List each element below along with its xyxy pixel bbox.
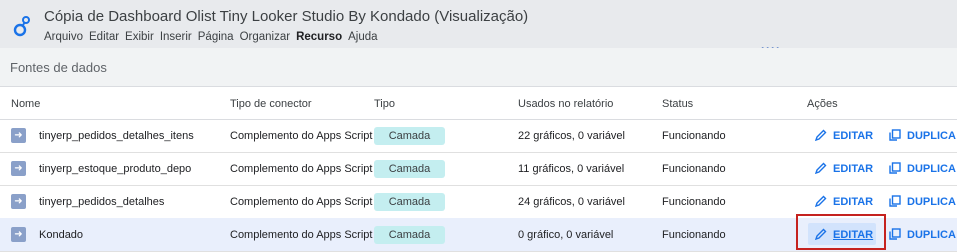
table-header: Nome Tipo de conector Tipo Usados no rel… [0, 87, 957, 120]
column-header-usados[interactable]: Usados no relatório [518, 98, 613, 110]
connector-type: Complemento do Apps Script [230, 130, 373, 142]
app-header: Cópia de Dashboard Olist Tiny Looker Stu… [0, 0, 957, 54]
data-source-icon: ➜ [11, 227, 26, 242]
table-row[interactable]: ➜ tinyerp_estoque_produto_depo Complemen… [0, 152, 957, 186]
edit-label: EDITAR [833, 130, 874, 142]
type-badge: Camada [374, 160, 445, 178]
status-text: Funcionando [662, 196, 726, 208]
copy-icon [889, 162, 901, 174]
type-badge: Camada [374, 226, 445, 244]
report-title[interactable]: Cópia de Dashboard Olist Tiny Looker Stu… [44, 8, 528, 25]
menu-pagina[interactable]: Página [198, 31, 234, 43]
data-source-icon: ➜ [11, 128, 26, 143]
menu-ajuda[interactable]: Ajuda [348, 31, 377, 43]
menu-organizar[interactable]: Organizar [240, 31, 291, 43]
menu-arquivo[interactable]: Arquivo [44, 31, 83, 43]
duplicate-button[interactable]: DUPLICA [889, 162, 956, 175]
usage-count: 11 gráficos, 0 variável [518, 163, 625, 175]
pencil-icon [815, 129, 827, 141]
connector-type: Complemento do Apps Script [230, 229, 373, 241]
edit-label: EDITAR [833, 196, 874, 208]
data-source-name[interactable]: tinyerp_estoque_produto_depo [39, 163, 191, 175]
copy-icon [889, 195, 901, 207]
looker-studio-logo-icon[interactable] [12, 15, 32, 37]
duplicate-label: DUPLICA [907, 229, 956, 241]
menu-recurso[interactable]: Recurso [296, 31, 342, 43]
edit-button[interactable]: EDITAR [815, 195, 873, 208]
duplicate-button[interactable]: DUPLICA [889, 129, 956, 142]
column-header-nome[interactable]: Nome [11, 98, 40, 110]
usage-count: 22 gráficos, 0 variável [518, 130, 625, 142]
data-source-name[interactable]: Kondado [39, 229, 83, 241]
menu-bar: Arquivo Editar Exibir Inserir Página Org… [44, 31, 378, 43]
copy-icon [889, 129, 901, 141]
duplicate-label: DUPLICA [907, 196, 956, 208]
edit-label: EDITAR [833, 163, 874, 175]
duplicate-button[interactable]: DUPLICA [889, 228, 956, 241]
menu-exibir[interactable]: Exibir [125, 31, 154, 43]
pencil-icon [815, 162, 827, 174]
edit-button[interactable]: EDITAR [815, 162, 873, 175]
usage-count: 0 gráfico, 0 variável [518, 229, 614, 241]
column-header-acoes: Ações [807, 98, 838, 110]
duplicate-button[interactable]: DUPLICA [889, 195, 956, 208]
connector-type: Complemento do Apps Script [230, 196, 373, 208]
data-source-icon: ➜ [11, 194, 26, 209]
column-header-tipo-conector[interactable]: Tipo de conector [230, 98, 312, 110]
data-source-icon: ➜ [11, 161, 26, 176]
status-text: Funcionando [662, 130, 726, 142]
type-badge: Camada [374, 193, 445, 211]
pencil-icon [815, 195, 827, 207]
column-header-tipo[interactable]: Tipo [374, 98, 395, 110]
panel-title: Fontes de dados [10, 60, 107, 75]
table-row[interactable]: ➜ tinyerp_pedidos_detalhes_itens Complem… [0, 119, 957, 153]
data-source-name[interactable]: tinyerp_pedidos_detalhes_itens [39, 130, 194, 142]
copy-icon [889, 228, 901, 240]
duplicate-label: DUPLICA [907, 130, 956, 142]
edit-button[interactable]: EDITAR [815, 129, 873, 142]
status-text: Funcionando [662, 163, 726, 175]
usage-count: 24 gráficos, 0 variável [518, 196, 625, 208]
data-sources-panel-header: Fontes de dados [0, 48, 957, 87]
status-text: Funcionando [662, 229, 726, 241]
annotation-highlight-box [796, 214, 886, 250]
menu-editar[interactable]: Editar [89, 31, 119, 43]
connector-type: Complemento do Apps Script [230, 163, 373, 175]
data-source-name[interactable]: tinyerp_pedidos_detalhes [39, 196, 164, 208]
menu-inserir[interactable]: Inserir [160, 31, 192, 43]
column-header-status[interactable]: Status [662, 98, 693, 110]
type-badge: Camada [374, 127, 445, 145]
duplicate-label: DUPLICA [907, 163, 956, 175]
